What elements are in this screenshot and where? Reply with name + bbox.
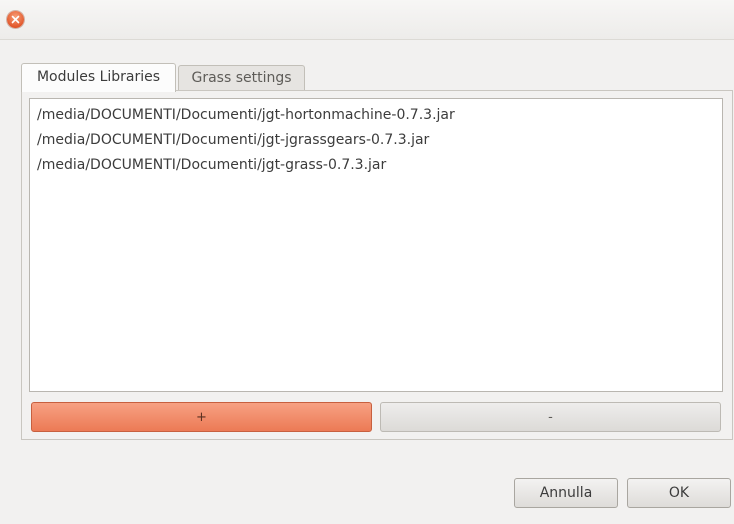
remove-library-button[interactable]: -: [380, 402, 721, 432]
list-item[interactable]: /media/DOCUMENTI/Documenti/jgt-hortonmac…: [37, 107, 455, 123]
tab-modules-libraries[interactable]: Modules Libraries: [21, 63, 176, 92]
title-bar: [0, 0, 734, 40]
add-library-button[interactable]: +: [31, 402, 372, 432]
tab-grass-settings[interactable]: Grass settings: [178, 65, 305, 91]
list-item[interactable]: /media/DOCUMENTI/Documenti/jgt-jgrassgea…: [37, 132, 429, 148]
cancel-button[interactable]: Annulla: [514, 478, 618, 508]
close-icon[interactable]: [7, 11, 24, 28]
libraries-list[interactable]: /media/DOCUMENTI/Documenti/jgt-hortonmac…: [29, 98, 723, 392]
list-item[interactable]: /media/DOCUMENTI/Documenti/jgt-grass-0.7…: [37, 157, 386, 173]
ok-button[interactable]: OK: [627, 478, 731, 508]
